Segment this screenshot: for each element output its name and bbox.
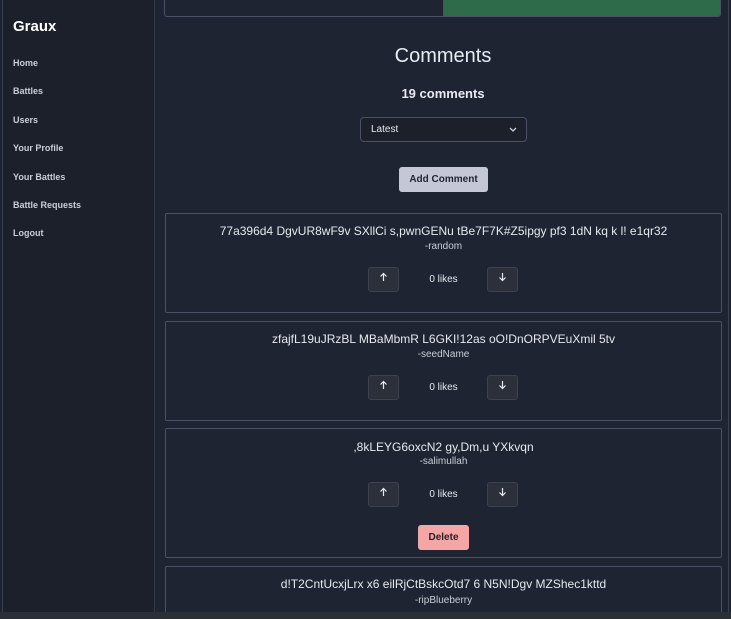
comments-count: 19 comments <box>401 86 485 101</box>
sidebar-item-your-profile[interactable]: Your Profile <box>13 141 81 169</box>
comment-text: zfajfL19uJRzBL MBaMbmR L6GKI!12as oO!DnO… <box>271 332 616 346</box>
sort-select[interactable]: Latest <box>360 117 527 142</box>
sidebar-item-home[interactable]: Home <box>13 56 81 84</box>
sort-select-value: Latest <box>371 124 399 135</box>
downvote-button[interactable] <box>487 375 518 400</box>
comment-card: ,8kLEYG6oxcN2 gy,Dm,u YXkvqn -salimullah… <box>165 428 722 558</box>
arrow-down-icon <box>498 488 507 500</box>
sidebar-item-your-battles[interactable]: Your Battles <box>13 170 81 198</box>
add-comment-button[interactable]: Add Comment <box>399 167 488 192</box>
comment-card: d!T2CntUcxjLrx x6 eilRjCtBskcOtd7 6 N5N!… <box>165 566 722 612</box>
brand-logo[interactable]: Graux <box>13 18 56 35</box>
sidebar-item-logout[interactable]: Logout <box>13 226 81 254</box>
comment-text: 77a396d4 DgvUR8wF9v SXllCi s,pwnGENu tBe… <box>219 224 668 238</box>
comment-author[interactable]: -ripBlueberry <box>166 595 721 606</box>
sidebar-item-users[interactable]: Users <box>13 113 81 141</box>
downvote-button[interactable] <box>487 482 518 507</box>
likes-count: 0 likes <box>429 382 458 393</box>
comment-text: ,8kLEYG6oxcN2 gy,Dm,u YXkvqn <box>353 440 534 454</box>
comment-text: d!T2CntUcxjLrx x6 eilRjCtBskcOtd7 6 N5N!… <box>280 577 607 591</box>
likes-count: 0 likes <box>429 274 458 285</box>
chevron-down-icon <box>509 118 517 150</box>
app-frame: Graux Home Battles Users Your Profile Yo… <box>2 0 729 612</box>
comment-author[interactable]: -random <box>166 241 721 252</box>
battle-vote-bar <box>164 0 721 17</box>
comment-author[interactable]: -seedName <box>166 349 721 360</box>
comment-author[interactable]: -salimullah <box>166 456 721 467</box>
arrow-down-icon <box>498 273 507 285</box>
sidebar: Graux Home Battles Users Your Profile Yo… <box>3 0 155 612</box>
sidebar-item-battles[interactable]: Battles <box>13 84 81 112</box>
delete-comment-button[interactable]: Delete <box>418 525 469 550</box>
comments-title: Comments <box>394 45 492 67</box>
comment-card: zfajfL19uJRzBL MBaMbmR L6GKI!12as oO!DnO… <box>165 321 722 421</box>
horizontal-scrollbar[interactable] <box>0 612 731 619</box>
vote-bar-fill <box>443 0 720 16</box>
downvote-button[interactable] <box>487 267 518 292</box>
likes-count: 0 likes <box>429 489 458 500</box>
main-content: Comments 19 comments Latest Add Comment … <box>164 0 722 612</box>
arrow-down-icon <box>498 381 507 393</box>
sidebar-item-battle-requests[interactable]: Battle Requests <box>13 198 81 226</box>
sidebar-nav: Home Battles Users Your Profile Your Bat… <box>13 56 81 255</box>
comment-card: 77a396d4 DgvUR8wF9v SXllCi s,pwnGENu tBe… <box>165 213 722 313</box>
